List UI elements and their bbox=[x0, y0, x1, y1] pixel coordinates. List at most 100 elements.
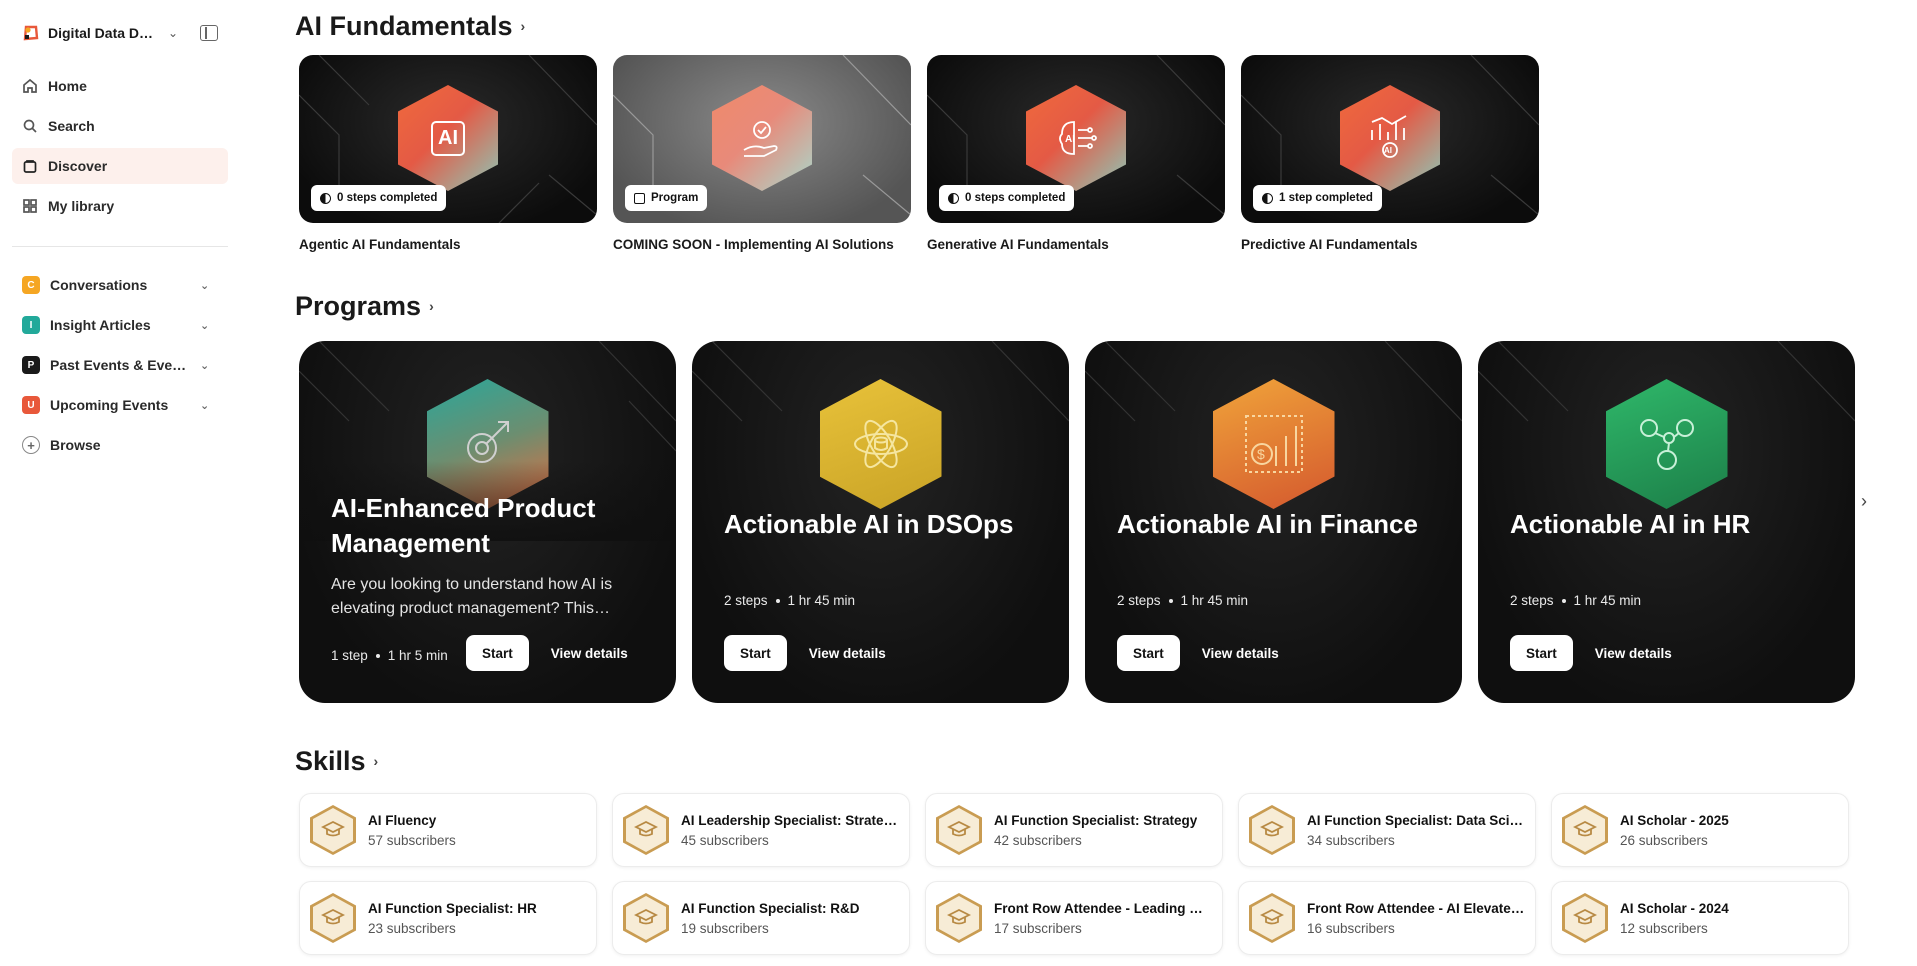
view-details-button[interactable]: View details bbox=[1202, 646, 1279, 661]
skill-card[interactable]: AI Leadership Specialist: Strategy 45 sub… bbox=[612, 793, 910, 867]
skill-subscribers: 12 subscribers bbox=[1620, 920, 1708, 936]
skill-card[interactable]: AI Scholar - 2024 12 subscribers bbox=[1551, 881, 1849, 955]
skill-card[interactable]: AI Function Specialist: Strategy 42 subsc… bbox=[925, 793, 1223, 867]
start-button[interactable]: Start bbox=[466, 635, 529, 671]
graduation-cap-icon bbox=[936, 805, 982, 855]
skill-card[interactable]: AI Fluency 57 subscribers bbox=[299, 793, 597, 867]
start-button[interactable]: Start bbox=[724, 635, 787, 671]
sidebar-toggle-icon[interactable] bbox=[200, 25, 218, 41]
bag-icon bbox=[23, 160, 37, 173]
section-title-skills[interactable]: Skills › bbox=[295, 743, 1917, 779]
group-upcoming-events[interactable]: U Upcoming Events ⌄ bbox=[12, 387, 228, 423]
section-title-text: Programs bbox=[295, 290, 422, 321]
fundamentals-card[interactable]: Program COMING SOON - Implementing AI So… bbox=[613, 55, 912, 252]
program-title: AI-Enhanced Product Management bbox=[331, 493, 596, 558]
skill-name: AI Function Specialist: HR bbox=[368, 900, 537, 916]
program-steps: 2 steps bbox=[1117, 593, 1161, 608]
main-content: AI Fundamentals › AI 0 steps completed A… bbox=[240, 0, 1917, 966]
bag-icon bbox=[634, 192, 645, 204]
skill-name: AI Function Specialist: R&D bbox=[681, 900, 860, 916]
chevron-down-icon[interactable]: ⌄ bbox=[200, 399, 209, 412]
group-badge: P bbox=[22, 356, 40, 374]
view-details-button[interactable]: View details bbox=[1595, 646, 1672, 661]
card-image: AI 0 steps completed bbox=[927, 55, 1225, 223]
chevron-down-icon[interactable]: ⌄ bbox=[200, 359, 209, 372]
graduation-cap-icon bbox=[1249, 893, 1295, 943]
program-meta: 2 steps 1 hr 45 min bbox=[1510, 593, 1641, 608]
program-meta: 1 step 1 hr 5 min bbox=[331, 648, 448, 663]
fundamentals-card[interactable]: AI 0 steps completed Agentic AI Fundamen… bbox=[299, 55, 598, 252]
program-card[interactable]: AI-Enhanced Product Management Are you l… bbox=[299, 341, 676, 703]
graduation-cap-icon bbox=[1249, 805, 1295, 855]
pill-text: 0 steps completed bbox=[337, 192, 438, 204]
view-details-button[interactable]: View details bbox=[809, 646, 886, 661]
svg-text:AI: AI bbox=[1384, 146, 1392, 155]
programs-row: AI-Enhanced Product Management Are you l… bbox=[299, 341, 1917, 703]
progress-pill: 1 step completed bbox=[1253, 185, 1382, 211]
home-icon bbox=[23, 78, 37, 93]
program-card[interactable]: Actionable AI in DSOps 2 steps 1 hr 45 m… bbox=[692, 341, 1069, 703]
grid-icon bbox=[23, 199, 37, 213]
workspace-name: Digital Data Design Institute bbox=[48, 25, 160, 41]
nav-item-search[interactable]: Search bbox=[12, 108, 228, 144]
svg-text:AI: AI bbox=[1065, 134, 1075, 145]
sidebar-divider bbox=[12, 246, 228, 247]
browse-button[interactable]: + Browse bbox=[12, 427, 228, 463]
view-details-button[interactable]: View details bbox=[551, 646, 628, 661]
graduation-cap-icon bbox=[310, 893, 356, 943]
program-duration: 1 hr 45 min bbox=[1180, 593, 1249, 608]
group-label: Insight Articles bbox=[50, 317, 151, 333]
program-duration: 1 hr 5 min bbox=[387, 648, 448, 663]
start-button[interactable]: Start bbox=[1117, 635, 1180, 671]
nav-item-my-library[interactable]: My library bbox=[12, 188, 228, 224]
section-title-programs[interactable]: Programs › bbox=[295, 288, 1917, 324]
section-title-text: AI Fundamentals bbox=[295, 10, 513, 41]
nav-item-discover[interactable]: Discover bbox=[12, 148, 228, 184]
chevron-right-icon: › bbox=[429, 298, 434, 314]
skill-card[interactable]: AI Function Specialist: HR 23 subscribers bbox=[299, 881, 597, 955]
program-steps: 2 steps bbox=[724, 593, 768, 608]
start-button[interactable]: Start bbox=[1510, 635, 1573, 671]
skill-card[interactable]: AI Function Specialist: Data Science 34 s… bbox=[1238, 793, 1536, 867]
program-duration: 1 hr 45 min bbox=[787, 593, 856, 608]
program-duration: 1 hr 45 min bbox=[1573, 593, 1642, 608]
card-image: AI 0 steps completed bbox=[299, 55, 597, 223]
fundamentals-card[interactable]: AI 0 steps completed Generative AI Funda… bbox=[927, 55, 1226, 252]
program-card[interactable]: Actionable AI in HR 2 steps 1 hr 45 min … bbox=[1478, 341, 1855, 703]
chevron-down-icon[interactable]: ⌄ bbox=[200, 319, 209, 332]
graduation-cap-icon bbox=[310, 805, 356, 855]
skill-name: AI Scholar - 2024 bbox=[1620, 900, 1729, 916]
skill-subscribers: 26 subscribers bbox=[1620, 832, 1708, 848]
group-conversations[interactable]: C Conversations ⌄ bbox=[12, 267, 228, 303]
carousel-next-icon[interactable]: › bbox=[1861, 491, 1867, 512]
skill-name: AI Fluency bbox=[368, 812, 437, 828]
progress-icon bbox=[948, 192, 959, 204]
fundamentals-card[interactable]: AI 1 step completed Predictive AI Fundam… bbox=[1241, 55, 1540, 252]
skill-card[interactable]: Front Row Attendee - Leading with AI 17 s… bbox=[925, 881, 1223, 955]
group-insight-articles[interactable]: I Insight Articles ⌄ bbox=[12, 307, 228, 343]
skill-subscribers: 16 subscribers bbox=[1307, 920, 1395, 936]
workspace-logo-icon bbox=[22, 24, 40, 42]
skill-card[interactable]: Front Row Attendee - AI Elevated Leaders… bbox=[1238, 881, 1536, 955]
program-card[interactable]: $ Actionable AI in Finance 2 steps 1 hr … bbox=[1085, 341, 1462, 703]
group-past-events[interactable]: P Past Events & Events Archive ⌄ bbox=[12, 347, 228, 383]
skill-subscribers: 57 subscribers bbox=[368, 832, 456, 848]
chevron-down-icon[interactable]: ⌄ bbox=[200, 279, 209, 292]
skill-name: AI Leadership Specialist: Strategy bbox=[681, 812, 899, 828]
skill-card[interactable]: AI Scholar - 2025 26 subscribers bbox=[1551, 793, 1849, 867]
workspace-switcher[interactable]: Digital Data Design Institute ⌄ bbox=[12, 16, 228, 50]
skill-name: Front Row Attendee - Leading with AI bbox=[994, 900, 1212, 916]
skill-name: AI Function Specialist: Data Science bbox=[1307, 812, 1525, 828]
graduation-cap-icon bbox=[936, 893, 982, 943]
separator-dot bbox=[1561, 598, 1566, 603]
nav-item-home[interactable]: Home bbox=[12, 68, 228, 104]
pill-text: 1 step completed bbox=[1279, 192, 1373, 204]
progress-icon bbox=[1262, 192, 1273, 204]
card-title: Predictive AI Fundamentals bbox=[1241, 237, 1418, 252]
skill-card[interactable]: AI Function Specialist: R&D 19 subscriber… bbox=[612, 881, 910, 955]
section-title-ai-fundamentals[interactable]: AI Fundamentals › bbox=[295, 8, 1917, 44]
program-title: Actionable AI in DSOps bbox=[724, 509, 1014, 539]
nav-item-label: Home bbox=[48, 78, 87, 94]
nav-item-label: Search bbox=[48, 118, 95, 134]
graduation-cap-icon bbox=[623, 893, 669, 943]
